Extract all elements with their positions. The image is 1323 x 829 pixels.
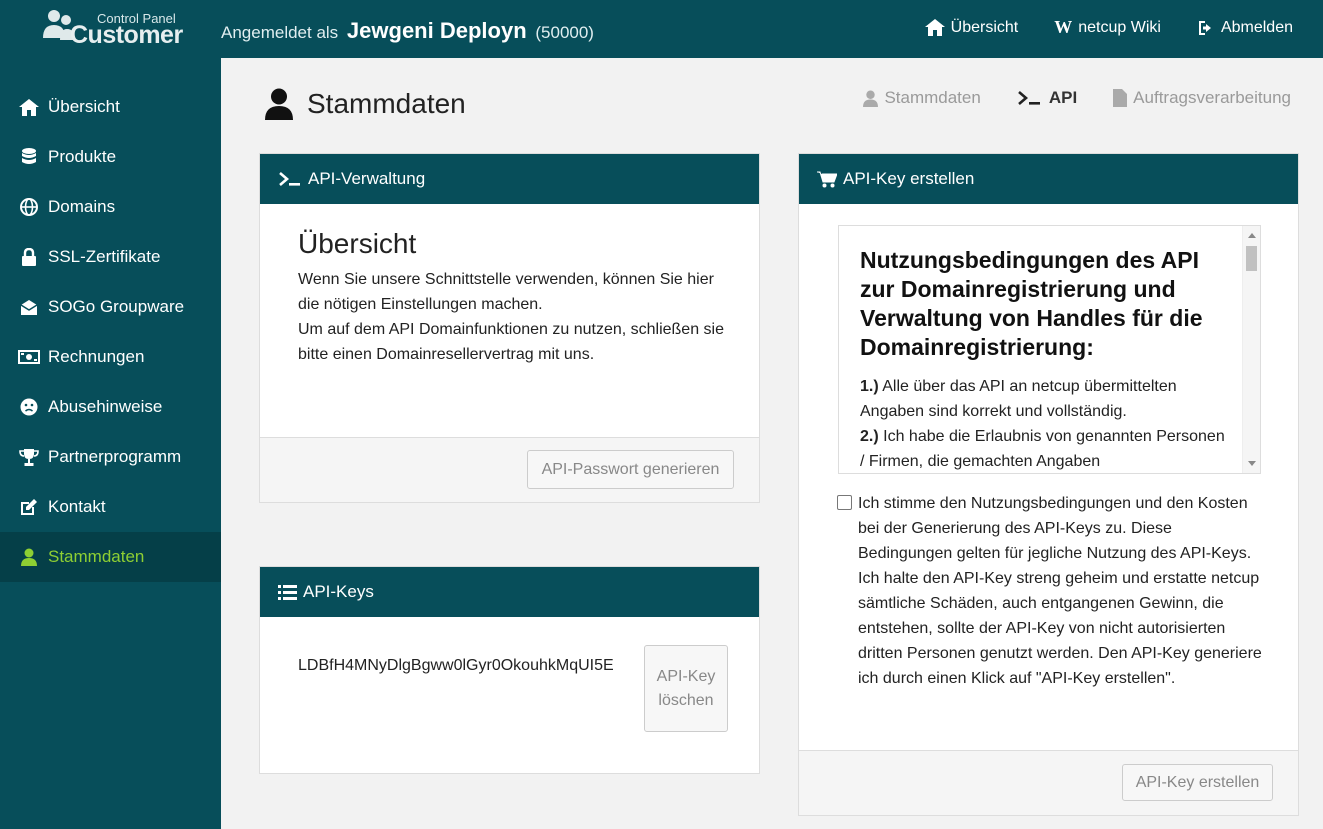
list-icon bbox=[278, 584, 297, 600]
trophy-icon bbox=[18, 446, 40, 468]
sidebar-item-master-data[interactable]: Stammdaten bbox=[0, 532, 221, 582]
logo[interactable]: Control Panel Customer bbox=[40, 6, 185, 50]
user-icon bbox=[265, 88, 293, 120]
login-info: Angemeldet als Jewgeni Deployn (50000) bbox=[221, 18, 594, 44]
file-icon bbox=[1113, 89, 1128, 107]
panel-header: API-Key erstellen bbox=[799, 154, 1298, 204]
panel-footer: API-Passwort generieren bbox=[260, 437, 759, 502]
panel-header: API-Keys bbox=[260, 567, 759, 617]
main-content: Stammdaten Stammdaten API Auftragsverarb… bbox=[221, 58, 1323, 829]
home-icon bbox=[18, 96, 40, 118]
api-keys-panel: API-Keys LDBfH4MNyDlgBgww0lGyr0OkouhkMqU… bbox=[259, 566, 760, 774]
user-icon bbox=[18, 546, 40, 568]
user-id: (50000) bbox=[535, 23, 594, 42]
overview-text: Wenn Sie unsere Schnittstelle verwenden,… bbox=[298, 271, 724, 363]
database-icon bbox=[18, 146, 40, 168]
top-nav-wiki[interactable]: W netcup Wiki bbox=[1054, 17, 1161, 38]
create-api-key-button[interactable]: API-Key erstellen bbox=[1122, 764, 1273, 801]
sidebar-item-overview[interactable]: Übersicht bbox=[0, 82, 221, 132]
logo-title: Customer bbox=[70, 21, 183, 49]
scroll-up-arrow-icon[interactable] bbox=[1248, 233, 1256, 238]
api-management-panel: API-Verwaltung Übersicht Wenn Sie unsere… bbox=[259, 153, 760, 503]
subnav-order-processing[interactable]: Auftragsverarbeitung bbox=[1113, 88, 1291, 108]
terminal-icon bbox=[1017, 91, 1040, 105]
terms-box[interactable]: Nutzungsbedingungen des API zur Domainre… bbox=[838, 225, 1261, 474]
frown-icon bbox=[18, 396, 40, 418]
sidebar-item-contact[interactable]: Kontakt bbox=[0, 482, 221, 532]
sidebar-item-invoices[interactable]: Rechnungen bbox=[0, 332, 221, 382]
sidebar-item-ssl[interactable]: SSL-Zertifikate bbox=[0, 232, 221, 282]
envelope-open-icon bbox=[18, 296, 40, 318]
sidebar: Übersicht Produkte Domains SSL-Zertifika… bbox=[0, 58, 221, 829]
terms-text: 1.) Alle über das API an netcup übermitt… bbox=[860, 378, 1225, 470]
subnav-master-data[interactable]: Stammdaten bbox=[863, 88, 981, 108]
overview-heading: Übersicht bbox=[298, 228, 417, 259]
top-bar: Control Panel Customer Angemeldet als Je… bbox=[0, 0, 1323, 58]
scroll-down-arrow-icon[interactable] bbox=[1248, 461, 1256, 466]
terminal-icon bbox=[278, 171, 302, 187]
consent-text: Ich stimme den Nutzungsbedingungen und d… bbox=[858, 495, 1262, 687]
sidebar-item-partner[interactable]: Partnerprogramm bbox=[0, 432, 221, 482]
sign-out-icon bbox=[1198, 20, 1211, 35]
terms-title: Nutzungsbedingungen des API zur Domainre… bbox=[860, 247, 1203, 360]
terms-scrollbar[interactable] bbox=[1242, 226, 1260, 473]
home-icon bbox=[924, 19, 945, 36]
panel-header: API-Verwaltung bbox=[260, 154, 759, 204]
sidebar-item-sogo[interactable]: SOGo Groupware bbox=[0, 282, 221, 332]
user-icon bbox=[863, 90, 879, 107]
lock-icon bbox=[18, 246, 40, 268]
create-api-key-panel: API-Key erstellen Nutzungsbedingungen de… bbox=[798, 153, 1299, 816]
consent-checkbox[interactable] bbox=[837, 495, 852, 510]
top-nav-logout[interactable]: Abmelden bbox=[1197, 17, 1293, 38]
sub-nav: Stammdaten API Auftragsverarbeitung bbox=[863, 88, 1291, 108]
subnav-api[interactable]: API bbox=[1017, 88, 1077, 108]
globe-icon bbox=[18, 196, 40, 218]
scroll-thumb[interactable] bbox=[1246, 246, 1257, 271]
sidebar-item-domains[interactable]: Domains bbox=[0, 182, 221, 232]
user-name: Jewgeni Deployn bbox=[346, 18, 527, 43]
delete-api-key-button[interactable]: API-Key löschen bbox=[644, 645, 728, 732]
sidebar-item-products[interactable]: Produkte bbox=[0, 132, 221, 182]
money-icon bbox=[18, 346, 40, 368]
page-title: Stammdaten bbox=[265, 88, 466, 120]
wikipedia-w-icon: W bbox=[1054, 17, 1073, 37]
panel-footer: API-Key erstellen bbox=[799, 750, 1298, 815]
top-nav: Übersicht W netcup Wiki Abmelden bbox=[924, 17, 1293, 38]
shopping-cart-icon bbox=[817, 171, 837, 188]
top-nav-overview[interactable]: Übersicht bbox=[924, 17, 1018, 38]
sidebar-item-abuse[interactable]: Abusehinweise bbox=[0, 382, 221, 432]
login-prefix: Angemeldet als bbox=[221, 23, 339, 42]
edit-icon bbox=[18, 496, 40, 518]
generate-api-password-button[interactable]: API-Passwort generieren bbox=[527, 450, 734, 489]
api-key-value: LDBfH4MNyDlgBgww0lGyr0OkouhkMqUI5E bbox=[298, 657, 614, 674]
